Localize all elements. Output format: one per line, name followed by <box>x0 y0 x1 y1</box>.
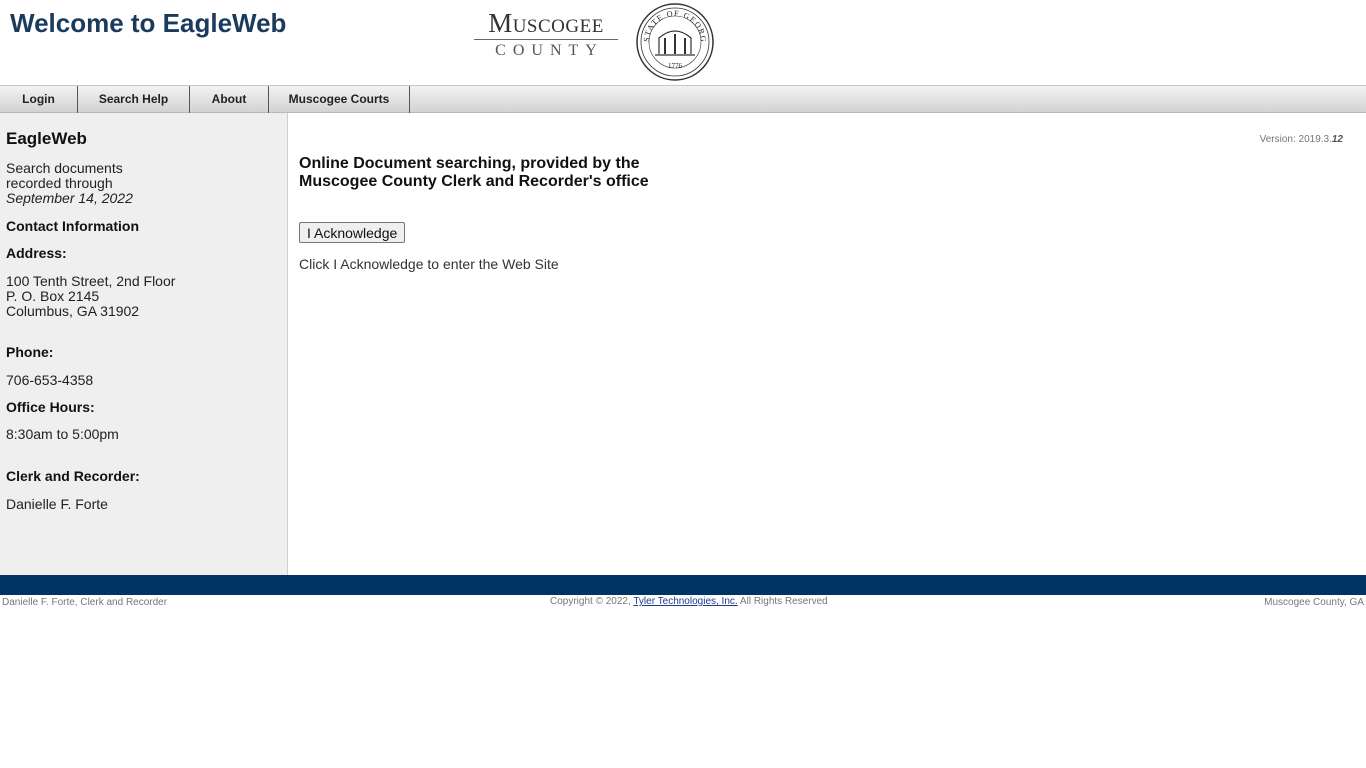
address-block: 100 Tenth Street, 2nd Floor P. O. Box 21… <box>6 274 175 319</box>
county-logo: Muscogee COUNTY <box>474 8 618 60</box>
tyler-technologies-link[interactable]: Tyler Technologies, Inc. <box>633 596 737 607</box>
logo-subtitle: COUNTY <box>495 42 604 59</box>
logo-divider <box>474 39 618 40</box>
version-build: 12 <box>1331 134 1343 145</box>
clerk-heading: Clerk and Recorder: <box>6 468 140 484</box>
hours-heading: Office Hours: <box>6 399 95 415</box>
acknowledge-button[interactable]: I Acknowledge <box>299 222 406 243</box>
address-heading: Address: <box>6 245 67 261</box>
logo-name: Muscogee <box>488 8 604 38</box>
nav-muscogee-courts[interactable]: Muscogee Courts <box>269 86 410 113</box>
footer-bar <box>0 575 1366 595</box>
footer-clerk: Danielle F. Forte, Clerk and Recorder <box>2 597 168 608</box>
main-nav: Login Search Help About Muscogee Courts <box>0 85 1366 113</box>
heading-line-2: Muscogee County Clerk and Recorder's off… <box>299 173 649 190</box>
contact-heading: Contact Information <box>6 218 139 234</box>
nav-about[interactable]: About <box>190 86 269 113</box>
footer-county: Muscogee County, GA <box>1264 597 1364 608</box>
sidebar-title: EagleWeb <box>6 129 87 148</box>
phone-number: 706-653-4358 <box>6 372 94 388</box>
site-title: Welcome to EagleWeb <box>10 8 287 38</box>
address-line-3: Columbus, GA 31902 <box>6 303 140 319</box>
address-line-2: P. O. Box 2145 <box>6 288 100 304</box>
sidebar: EagleWeb Search documents recorded throu… <box>0 113 288 575</box>
address-line-1: 100 Tenth Street, 2nd Floor <box>6 273 176 289</box>
acknowledge-hint: Click I Acknowledge to enter the Web Sit… <box>299 256 559 272</box>
main-heading: Online Document searching, provided by t… <box>299 155 649 191</box>
georgia-seal-icon: STATE OF GEORGIA 1776 <box>635 2 714 81</box>
search-line-2: recorded through <box>6 175 113 191</box>
version-prefix: Version: 2019.3. <box>1259 134 1332 145</box>
footer-copyright: Copyright © 2022, Tyler Technologies, In… <box>550 596 828 607</box>
page-header: Welcome to EagleWeb Muscogee COUNTY STAT… <box>0 0 1366 85</box>
search-line-1: Search documents <box>6 160 123 176</box>
version-label: Version: 2019.3.12 <box>1260 134 1343 145</box>
heading-line-1: Online Document searching, provided by t… <box>299 155 640 172</box>
search-coverage: Search documents recorded through Septem… <box>6 161 133 206</box>
phone-heading: Phone: <box>6 344 54 360</box>
nav-login[interactable]: Login <box>0 86 78 113</box>
clerk-name: Danielle F. Forte <box>6 496 108 512</box>
nav-search-help[interactable]: Search Help <box>78 86 190 113</box>
search-date: September 14, 2022 <box>6 190 133 206</box>
copyright-prefix: Copyright © 2022, <box>550 596 631 607</box>
seal-year: 1776 <box>668 62 683 70</box>
office-hours: 8:30am to 5:00pm <box>6 426 119 442</box>
copyright-suffix: All Rights Reserved <box>739 596 828 607</box>
